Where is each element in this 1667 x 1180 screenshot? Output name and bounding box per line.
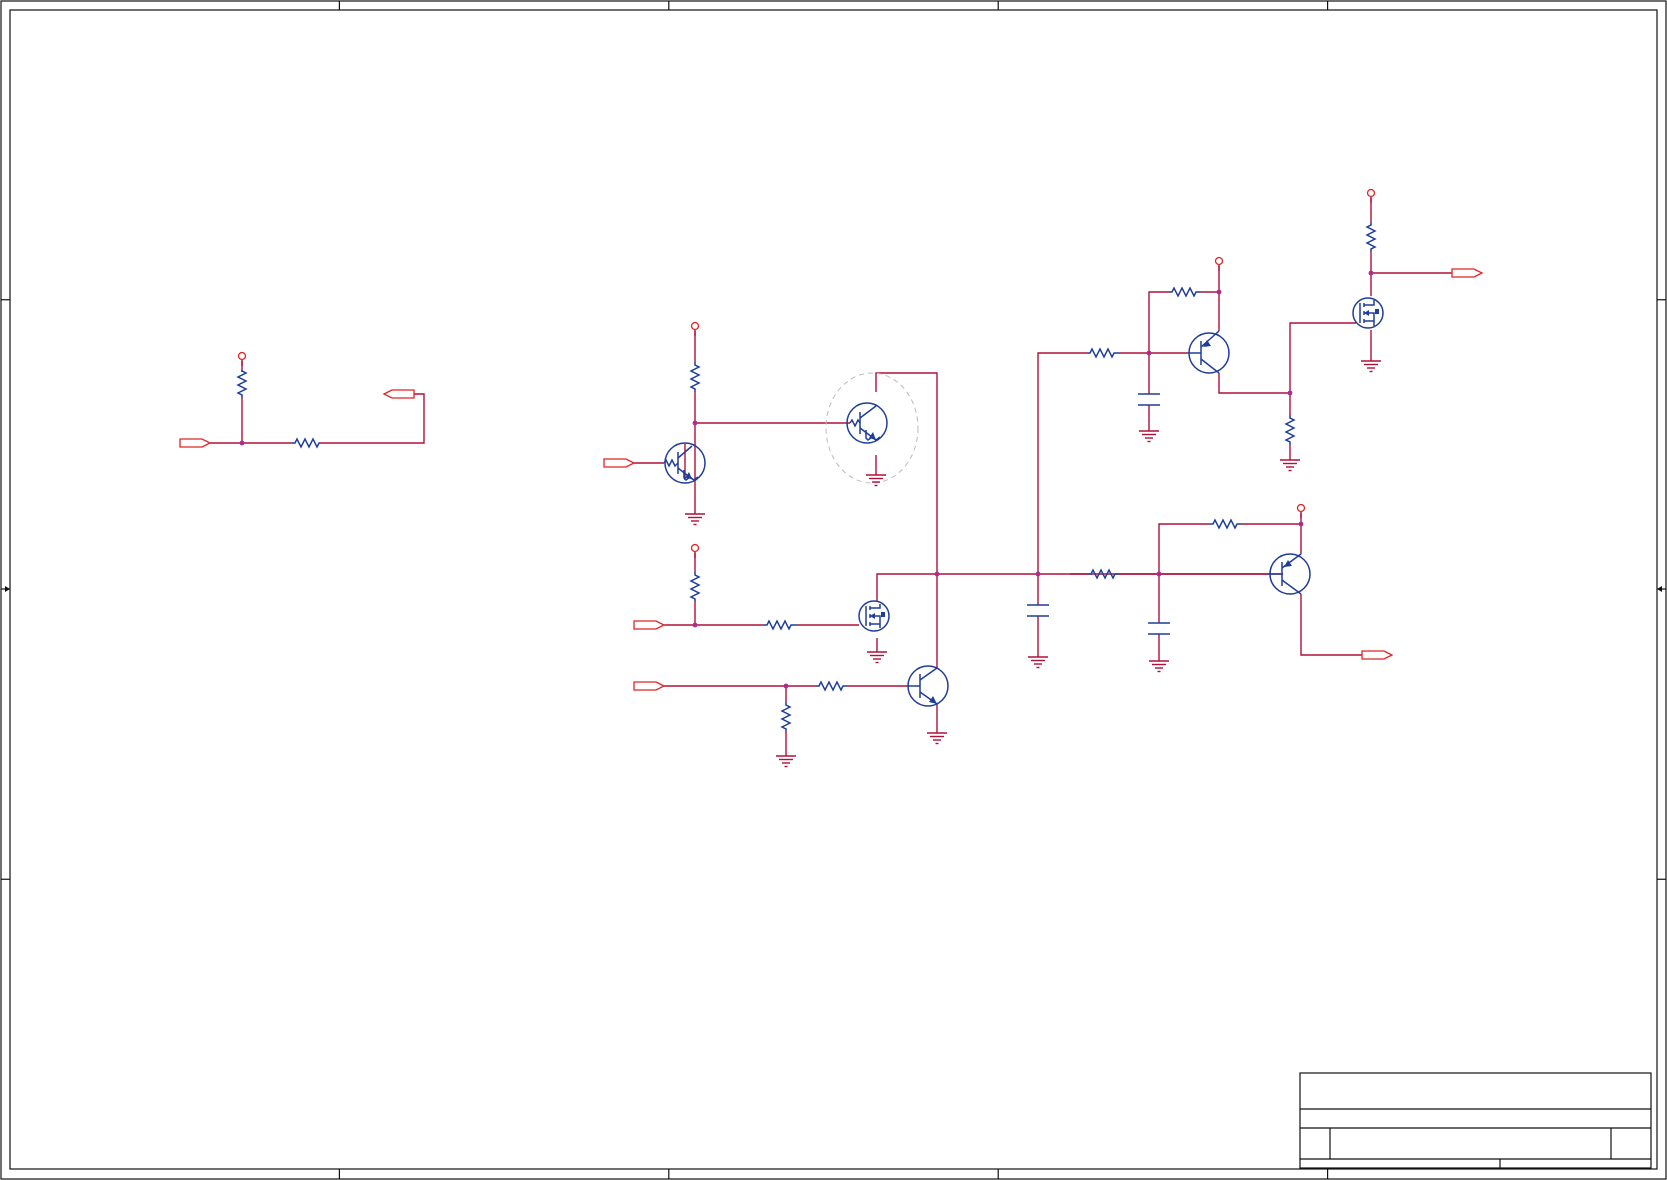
capacitor-c3 [1148, 622, 1170, 635]
net-ports [179, 268, 1484, 691]
wire-left-circuit [210, 361, 425, 444]
ground-symbol [1028, 656, 1048, 669]
net-port [1361, 650, 1394, 660]
inner-border [9, 9, 1658, 1170]
ground-symbol [776, 755, 796, 768]
wire-dtr2-collector [875, 372, 938, 574]
resistor-r11 [1365, 222, 1377, 252]
net-port [179, 438, 212, 448]
schematic-sheet [0, 0, 1667, 1180]
resistor-r10 [1284, 415, 1296, 445]
ground-symbol [1361, 360, 1381, 373]
power-port [690, 543, 700, 558]
sheet-frame [0, 0, 1667, 1180]
wires [210, 198, 1452, 756]
resistor-r9 [1169, 286, 1201, 298]
ground-symbol [1149, 660, 1169, 673]
center-arrow-right [1657, 586, 1666, 592]
junction-dot [692, 622, 698, 628]
ground-symbol [1280, 459, 1300, 472]
selection-highlight [825, 372, 919, 484]
resistor-r4 [689, 572, 701, 602]
junction-dot [934, 571, 940, 577]
ground-symbol [1139, 430, 1159, 443]
power-port [237, 351, 247, 366]
transistors [663, 297, 1384, 707]
transistor-q4-pnp [1188, 330, 1230, 374]
resistor-r13 [1210, 518, 1242, 530]
junction-dot [1156, 571, 1162, 577]
power-port [1214, 256, 1224, 271]
capacitor-c2 [1027, 604, 1049, 617]
power-port [1296, 503, 1306, 518]
ground-symbol [927, 732, 947, 745]
resistor-r6 [816, 680, 848, 692]
junction-dot [1035, 571, 1041, 577]
capacitor-c1 [1138, 393, 1160, 406]
junction-dot [783, 683, 789, 689]
transistor-q2-digital-npn [846, 402, 888, 444]
resistor-r2 [292, 437, 320, 449]
wire-lower-pnp [1070, 513, 1362, 656]
resistor-r5 [764, 619, 797, 631]
junction-dot [239, 440, 245, 446]
wire-dtr-block [632, 331, 850, 514]
junction-dot [1287, 390, 1293, 396]
resistor-r7 [780, 702, 792, 732]
junction-dot [692, 420, 698, 426]
wire-top-mosfet [1370, 198, 1452, 361]
junction-dot [1368, 270, 1374, 276]
zone-ticks [1, 1, 1666, 1179]
outer-border [0, 0, 1667, 1180]
ground-symbols [685, 360, 1381, 768]
power-port [1366, 188, 1376, 203]
net-port [633, 620, 666, 630]
resistor-r8 [1087, 347, 1119, 359]
wire-npn-block [664, 574, 938, 756]
resistor-r3 [689, 362, 701, 392]
resistors [236, 222, 1377, 732]
title-block [1299, 1072, 1652, 1169]
resistor-r1 [236, 369, 248, 398]
transistor-q5-pnp [1267, 553, 1311, 595]
net-port [1451, 268, 1484, 278]
net-port [633, 681, 666, 691]
net-port [382, 389, 415, 399]
ground-symbol [867, 651, 887, 664]
title-block-frame [1299, 1072, 1652, 1169]
power-ports [237, 188, 1376, 558]
transistor-q3-npn [907, 665, 949, 707]
ground-symbol [866, 474, 886, 487]
center-arrow-left [1, 586, 10, 592]
net-port [603, 458, 636, 468]
transistor-m2-nmos [1352, 297, 1384, 329]
transistor-m1-nmos [858, 600, 890, 632]
wire-mosfet-block [664, 553, 1283, 652]
ground-symbol [685, 513, 705, 526]
junction-dot [1146, 350, 1152, 356]
junction-dot [1298, 521, 1304, 527]
wire-mid-branch [1037, 352, 1188, 657]
power-port [690, 321, 700, 336]
junction-dot [1216, 289, 1222, 295]
